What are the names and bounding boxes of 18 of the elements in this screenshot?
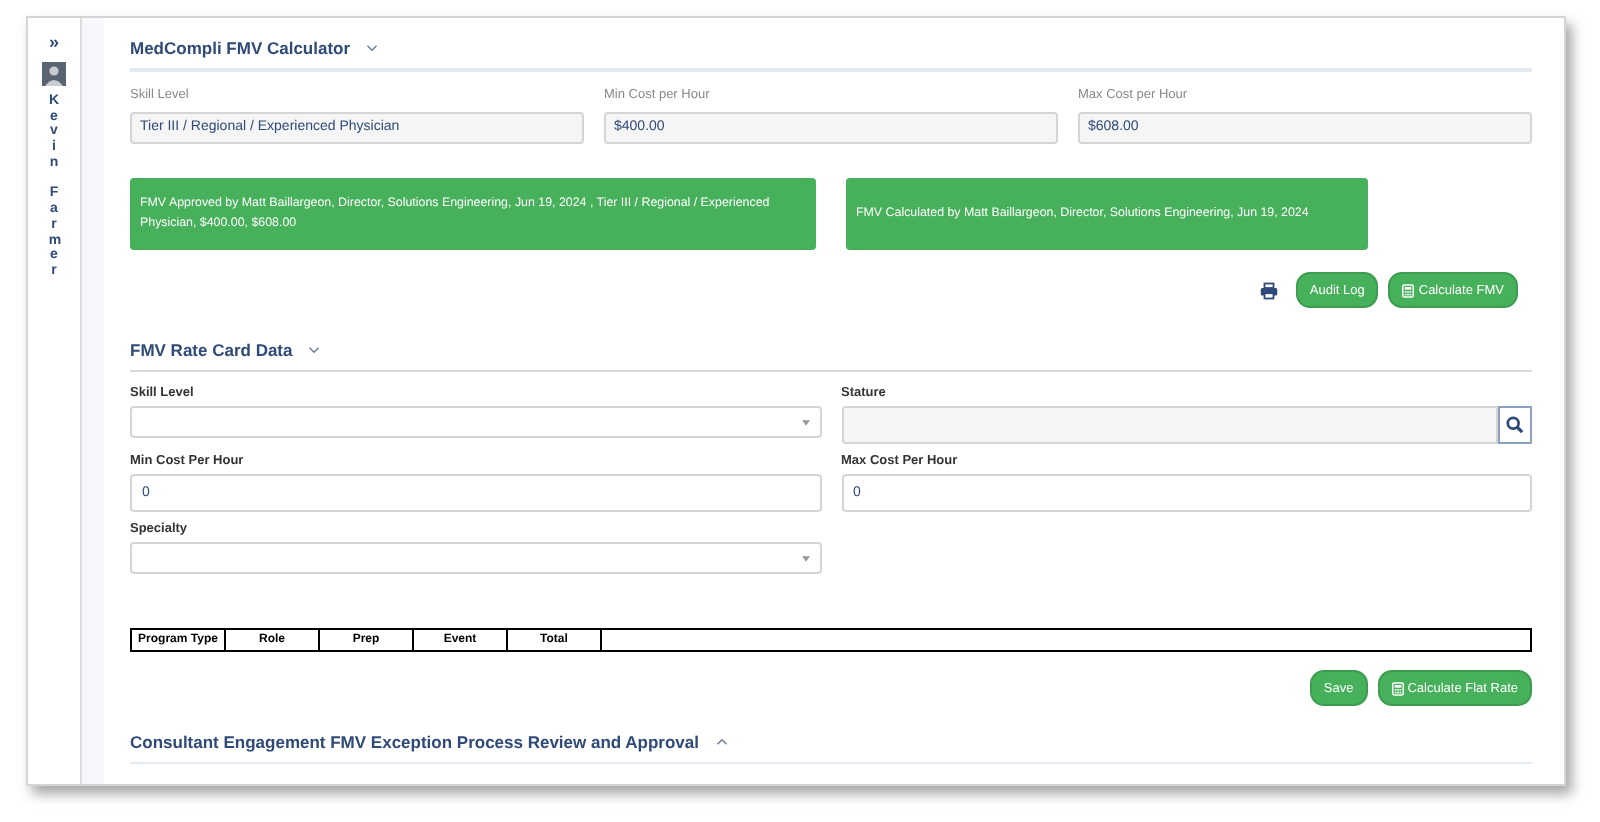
calculator-icon xyxy=(1402,283,1415,297)
expand-icon[interactable]: » xyxy=(48,34,59,52)
chevron-icon[interactable] xyxy=(366,44,379,52)
print-icon[interactable] xyxy=(1259,281,1278,299)
lookup-field[interactable] xyxy=(841,406,1498,444)
section-title: Consultant Engagement FMV Exception Process Review and Approval xyxy=(130,732,699,752)
select-field[interactable] xyxy=(130,542,821,574)
search-icon xyxy=(1506,416,1524,434)
caret-icon xyxy=(801,555,809,561)
chevron-icon[interactable] xyxy=(715,738,727,746)
avatar-icon xyxy=(42,62,66,86)
calculator-icon xyxy=(1391,681,1404,695)
select-field[interactable] xyxy=(130,406,821,438)
section-title: FMV Rate Card Data xyxy=(130,340,293,360)
caret-icon xyxy=(801,419,809,425)
chevron-icon[interactable] xyxy=(308,346,321,354)
search-button[interactable] xyxy=(1498,406,1532,444)
section-title: MedCompli FMV Calculator xyxy=(130,38,351,58)
